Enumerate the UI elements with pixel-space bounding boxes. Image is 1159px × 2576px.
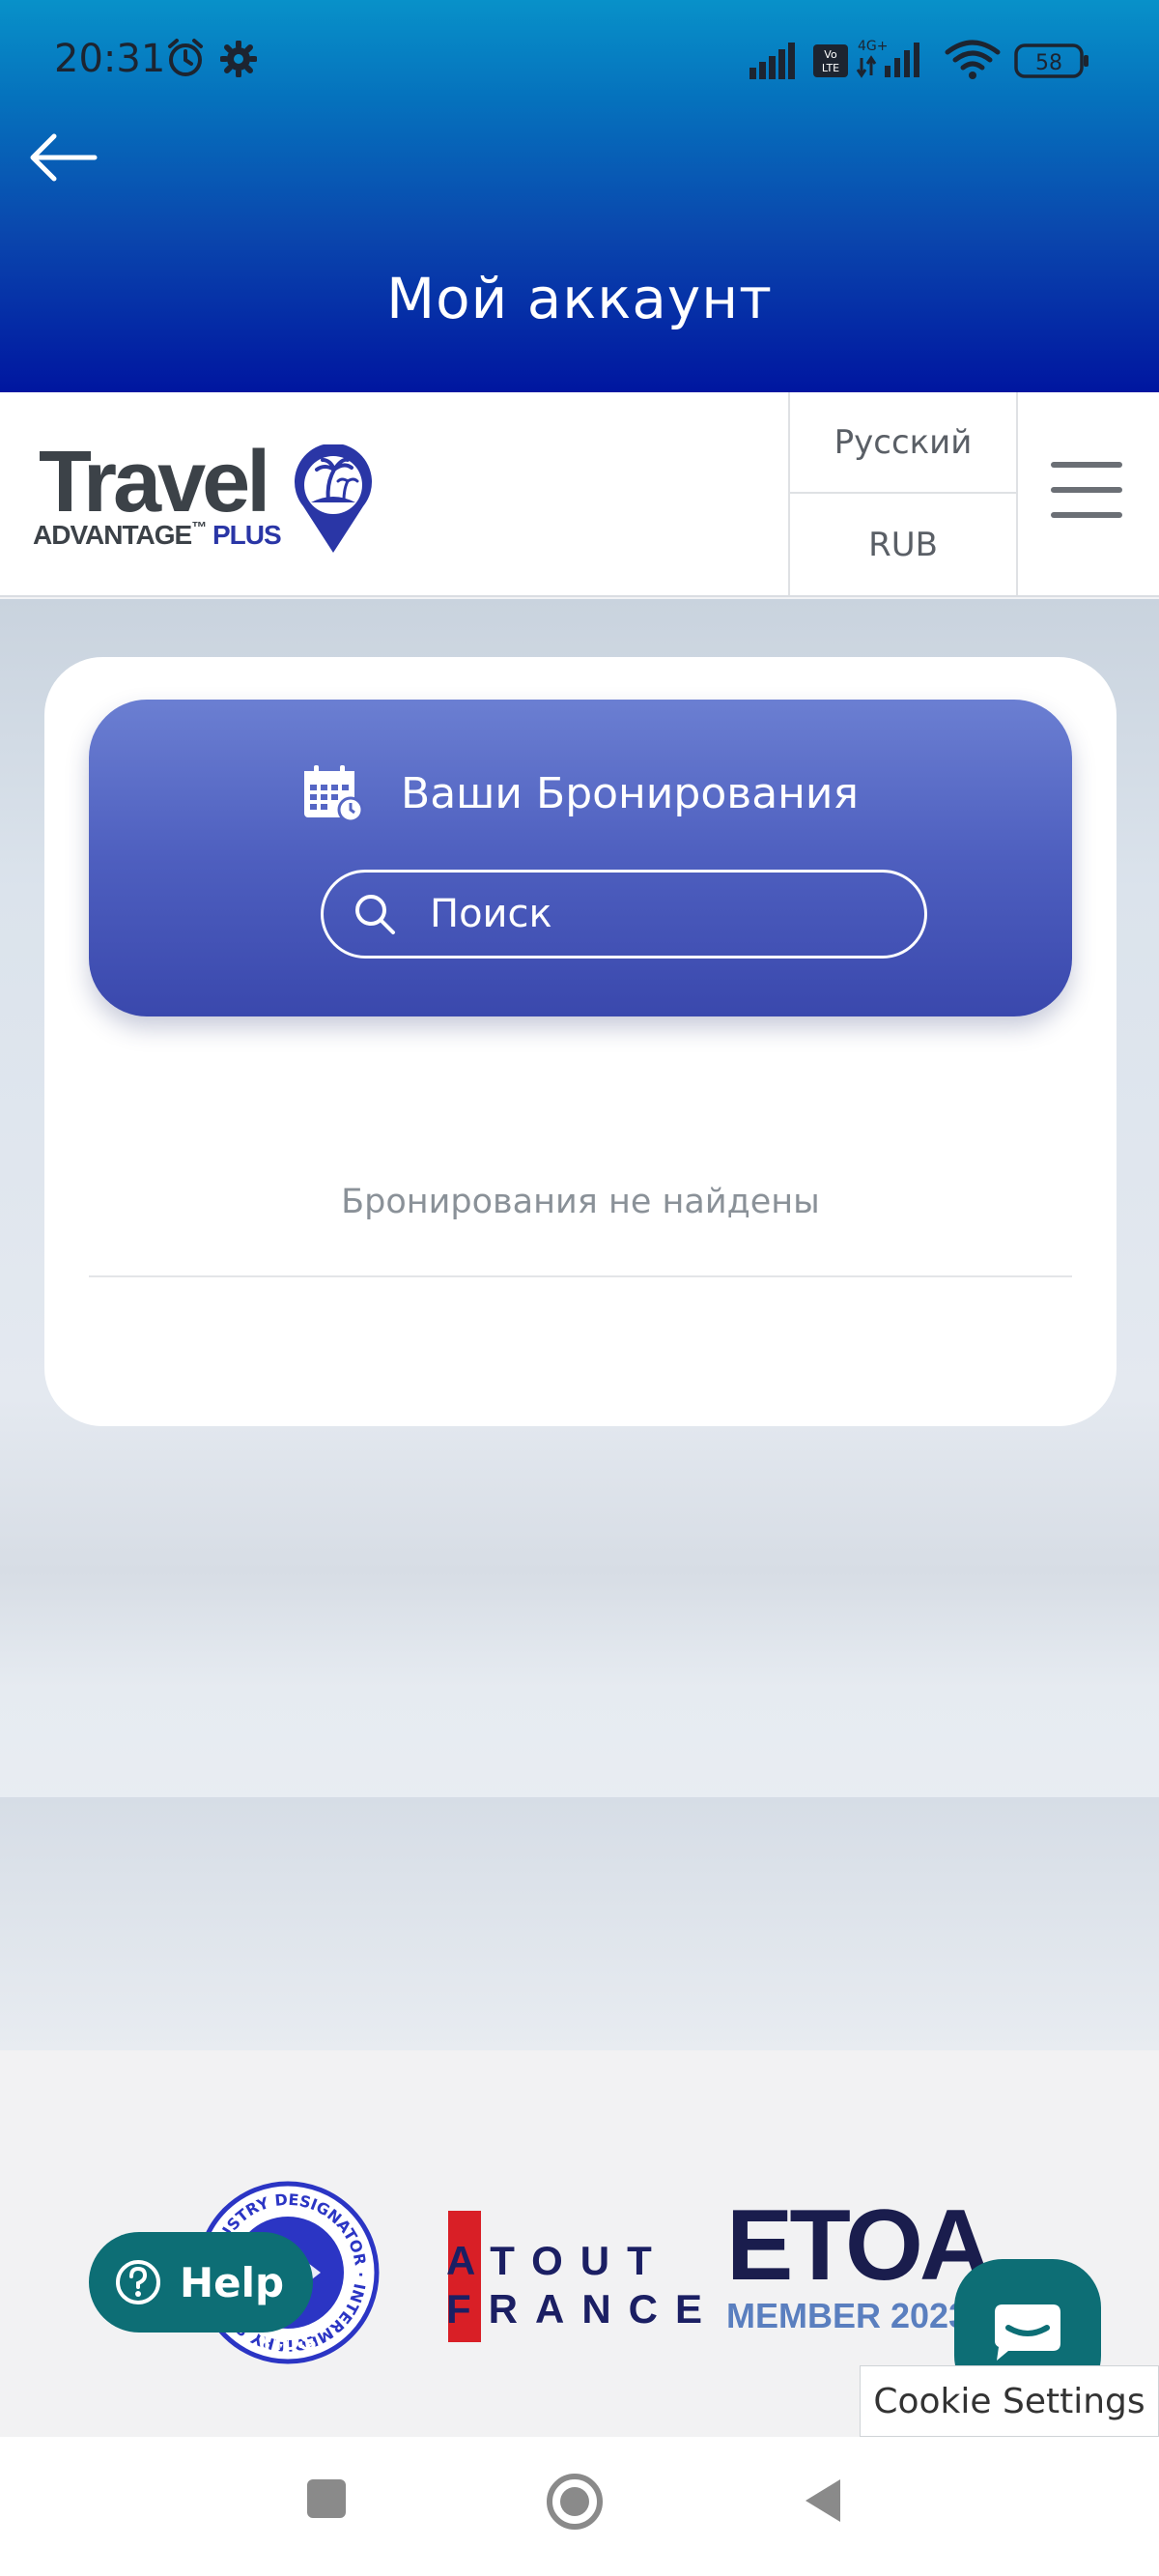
cookie-settings-button[interactable]: Cookie Settings bbox=[860, 2365, 1159, 2437]
search-placeholder: Поиск bbox=[430, 892, 552, 936]
empty-state-message: Бронирования не найдены bbox=[341, 1183, 820, 1221]
nav-back-icon[interactable] bbox=[800, 2476, 846, 2526]
logo-word: Travel bbox=[39, 434, 270, 530]
calendar-icon bbox=[304, 765, 364, 823]
help-icon bbox=[116, 2260, 160, 2304]
status-bar: 20:31 Vo LTE 4G+ 58 bbox=[0, 0, 1159, 126]
settings-icon bbox=[220, 41, 257, 77]
svg-text:4G+: 4G+ bbox=[858, 39, 889, 54]
system-nav-bar bbox=[0, 2437, 1159, 2576]
chat-icon bbox=[995, 2304, 1060, 2361]
back-arrow-icon[interactable] bbox=[25, 124, 102, 191]
svg-text:58: 58 bbox=[1035, 51, 1062, 75]
battery-icon: 58 bbox=[1014, 43, 1088, 78]
currency-select[interactable]: RUB bbox=[790, 494, 1016, 595]
bookings-card: Ваши Бронирования Поиск Бронирования не … bbox=[44, 657, 1117, 1426]
alarm-icon bbox=[168, 39, 203, 76]
divider bbox=[89, 1275, 1072, 1277]
bookings-search-input[interactable]: Поиск bbox=[321, 870, 927, 959]
location-pin-icon bbox=[295, 444, 372, 553]
search-icon bbox=[355, 895, 395, 934]
site-header: Travel ADVANTAGE™ PLUS Русский RUB bbox=[0, 392, 1159, 597]
nav-square-icon[interactable] bbox=[303, 2476, 350, 2522]
svg-text:Vo: Vo bbox=[824, 48, 837, 61]
svg-text:LTE: LTE bbox=[822, 62, 839, 74]
volte-icon: Vo LTE bbox=[813, 44, 848, 77]
nav-home-icon[interactable] bbox=[545, 2472, 605, 2532]
sea-background bbox=[0, 1797, 1159, 2050]
app-bar: 20:31 Vo LTE 4G+ 58 Мой аккаунт bbox=[0, 0, 1159, 392]
logo-subtitle: ADVANTAGE™ PLUS bbox=[33, 520, 282, 550]
status-time: 20:31 bbox=[54, 37, 166, 81]
help-label: Help bbox=[180, 2258, 285, 2306]
page-title: Мой аккаунт bbox=[386, 266, 773, 331]
signal-icon bbox=[749, 43, 795, 79]
language-select[interactable]: Русский bbox=[790, 392, 1016, 494]
travel-advantage-logo[interactable]: Travel ADVANTAGE™ PLUS bbox=[29, 439, 377, 555]
signal-4g-icon: 4G+ bbox=[856, 39, 919, 78]
wifi-icon bbox=[945, 40, 1001, 79]
menu-icon[interactable] bbox=[1051, 462, 1122, 522]
bookings-title: Ваши Бронирования bbox=[401, 768, 859, 818]
help-button[interactable]: Help bbox=[89, 2232, 313, 2333]
locale-selector: Русский RUB bbox=[788, 392, 1018, 595]
bookings-header: Ваши Бронирования Поиск bbox=[89, 700, 1072, 1016]
atout-france-logo: ATOUT FRANCE bbox=[446, 2211, 702, 2346]
